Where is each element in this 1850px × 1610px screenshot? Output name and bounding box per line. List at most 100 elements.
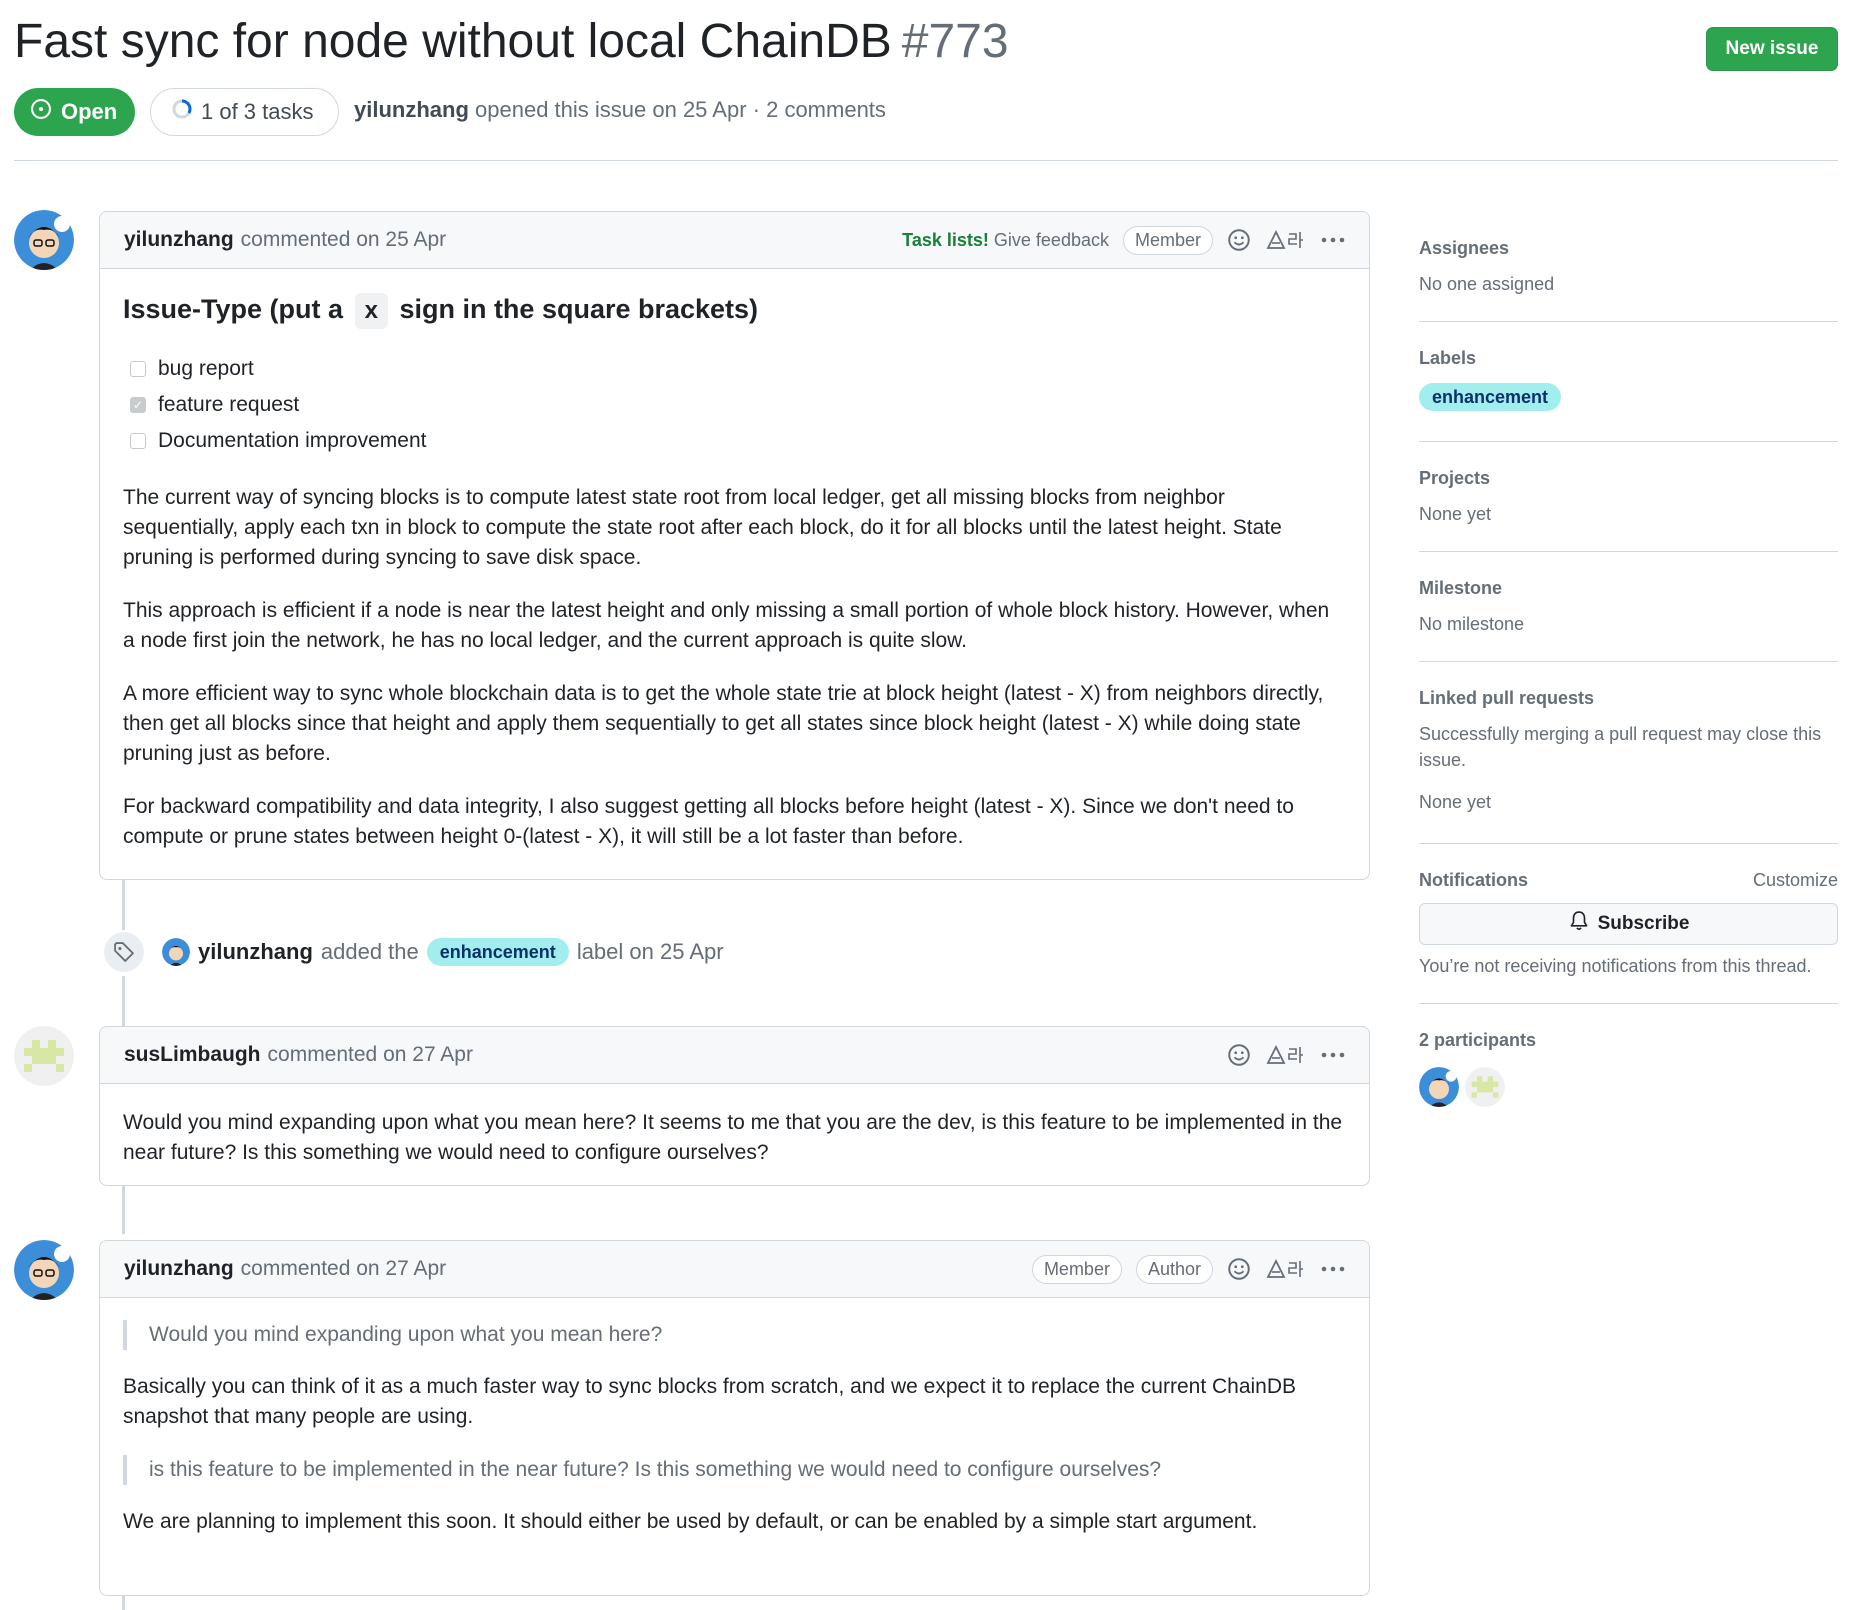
inline-code: x (354, 293, 388, 329)
task-checkbox[interactable] (130, 433, 146, 449)
participant-avatar[interactable] (1465, 1067, 1505, 1107)
event-avatar[interactable] (162, 938, 190, 966)
sidebar-heading[interactable]: Linked pull requests (1419, 688, 1838, 709)
comment-body: Would you mind expanding upon what you m… (100, 1084, 1369, 1190)
new-issue-button[interactable]: New issue (1706, 27, 1838, 71)
tasks-progress-label: 1 of 3 tasks (201, 99, 314, 124)
comment-paragraph: We are planning to implement this soon. … (123, 1510, 1258, 1533)
sidebar-projects: Projects None yet (1419, 442, 1838, 552)
issue-title-text: Fast sync for node without local ChainDB (14, 15, 892, 68)
sidebar-heading-text: Notifications (1419, 870, 1529, 890)
timeline-connector (122, 976, 125, 1026)
issue-state-badge: Open (14, 88, 136, 136)
sidebar-labels: Labels enhancement (1419, 322, 1838, 442)
sidebar-value: No one assigned (1419, 274, 1555, 294)
notifications-description: You’re not receiving notifications from … (1419, 956, 1812, 976)
sidebar-heading-text: Milestone (1419, 578, 1503, 598)
avatar[interactable] (14, 1026, 74, 1086)
issue-state-label: Open (61, 99, 118, 124)
member-badge: Member (1122, 225, 1213, 255)
comment-author[interactable]: yilunzhang (124, 1257, 234, 1281)
comment-body: Issue-Type (put a x sign in the square b… (100, 269, 1369, 874)
customize-link[interactable]: Customize (1753, 870, 1838, 891)
tasklist-feedback-link[interactable]: Task lists! Give feedback (902, 230, 1109, 251)
sidebar-heading-text: Labels (1419, 348, 1477, 368)
quote-block: is this feature to be implemented in the… (123, 1455, 1345, 1485)
tasklist-feedback-text: Give feedback (993, 229, 1109, 250)
label-enhancement[interactable]: enhancement (426, 938, 569, 966)
more-options-icon[interactable] (1319, 1043, 1347, 1067)
sidebar-heading-text: 2 participants (1419, 1030, 1537, 1050)
author-badge: Author (1135, 1254, 1213, 1284)
sidebar-heading[interactable]: Labels (1419, 348, 1838, 369)
smiley-icon[interactable] (1227, 1043, 1251, 1067)
task-item: bug report (123, 351, 1345, 387)
translate-icon[interactable] (1265, 228, 1305, 252)
more-options-icon[interactable] (1319, 228, 1347, 252)
translate-icon[interactable] (1265, 1043, 1305, 1067)
comment-card: susLimbaugh commented on 27 Apr Would yo… (99, 1026, 1370, 1186)
comment-card: yilunzhang commented on 25 Apr Task list… (99, 211, 1370, 880)
avatar[interactable] (14, 1240, 74, 1300)
task-item: Documentation improvement (123, 423, 1345, 459)
comment-date[interactable]: commented on 27 Apr (241, 1257, 446, 1281)
smiley-icon[interactable] (1227, 1257, 1251, 1281)
comment-header: yilunzhang commented on 25 Apr Task list… (100, 212, 1369, 269)
event-actor[interactable]: yilunzhang (198, 939, 313, 965)
comment-date[interactable]: commented on 25 Apr (241, 228, 446, 252)
comment-paragraph: For backward compatibility and data inte… (123, 795, 1294, 848)
sidebar-heading: 2 participants (1419, 1030, 1838, 1051)
task-checkbox[interactable]: ✓ (130, 397, 146, 413)
avatar[interactable] (14, 210, 74, 270)
task-item: ✓ feature request (123, 387, 1345, 423)
sidebar-heading-text: Linked pull requests (1419, 688, 1595, 708)
sidebar-value: None yet (1419, 792, 1492, 812)
subscribe-button[interactable]: Subscribe (1419, 903, 1838, 945)
sidebar-assignees: Assignees No one assigned (1419, 230, 1838, 322)
issue-sidebar: Assignees No one assigned Labels enhance… (1419, 230, 1838, 1107)
issue-number: #773 (901, 15, 1009, 68)
issue-type-heading: Issue-Type (put a x sign in the square b… (123, 291, 1345, 329)
comment-header: yilunzhang commented on 27 Apr Member Au… (100, 1241, 1369, 1298)
more-options-icon[interactable] (1319, 1257, 1347, 1281)
subscribe-label: Subscribe (1597, 913, 1690, 934)
tasks-progress-badge[interactable]: 1 of 3 tasks (150, 88, 339, 136)
event-text-post: label on 25 Apr (576, 939, 724, 964)
event-text-pre: added the (320, 939, 419, 964)
issue-open-icon (30, 98, 52, 126)
translate-icon[interactable] (1265, 1257, 1305, 1281)
comment-author[interactable]: yilunzhang (124, 228, 234, 252)
comment-paragraph: Basically you can think of it as a much … (123, 1375, 1297, 1428)
task-label: Documentation improvement (158, 429, 427, 452)
sidebar-milestone: Milestone No milestone (1419, 552, 1838, 662)
comment-paragraph: This approach is efficient if a node is … (123, 599, 1330, 652)
issue-meta-text: opened this issue on 25 Apr · 2 comments (475, 97, 886, 122)
task-label: feature request (158, 393, 300, 416)
sidebar-value: None yet (1419, 504, 1492, 524)
progress-ring-icon (171, 98, 193, 126)
task-checkbox[interactable] (130, 361, 146, 377)
bell-icon (1568, 910, 1590, 938)
label-enhancement[interactable]: enhancement (1419, 383, 1562, 411)
participant-avatar[interactable] (1419, 1067, 1459, 1107)
participant-avatars (1419, 1067, 1838, 1107)
tag-icon (102, 930, 146, 974)
comment-author[interactable]: susLimbaugh (124, 1043, 261, 1067)
sidebar-heading[interactable]: Projects (1419, 468, 1838, 489)
member-badge: Member (1031, 1254, 1122, 1284)
label-list: enhancement (1419, 383, 1838, 411)
sidebar-heading: Notifications Customize (1419, 870, 1838, 891)
comment-date[interactable]: commented on 27 Apr (268, 1043, 473, 1067)
sidebar-heading[interactable]: Assignees (1419, 238, 1838, 259)
sidebar-heading[interactable]: Milestone (1419, 578, 1838, 599)
sidebar-description: Successfully merging a pull request may … (1419, 724, 1822, 770)
header-divider (14, 160, 1838, 161)
timeline-connector (122, 1596, 125, 1610)
comment-paragraph: The current way of syncing blocks is to … (123, 486, 1282, 569)
label-event: yilunzhang added the enhancement label o… (102, 928, 724, 976)
heading-text-pre: Issue-Type (put a (123, 294, 344, 324)
smiley-icon[interactable] (1227, 228, 1251, 252)
comment-paragraph: A more efficient way to sync whole block… (123, 682, 1324, 765)
issue-author-link[interactable]: yilunzhang (354, 97, 469, 122)
comment-paragraph: Would you mind expanding upon what you m… (123, 1111, 1343, 1164)
